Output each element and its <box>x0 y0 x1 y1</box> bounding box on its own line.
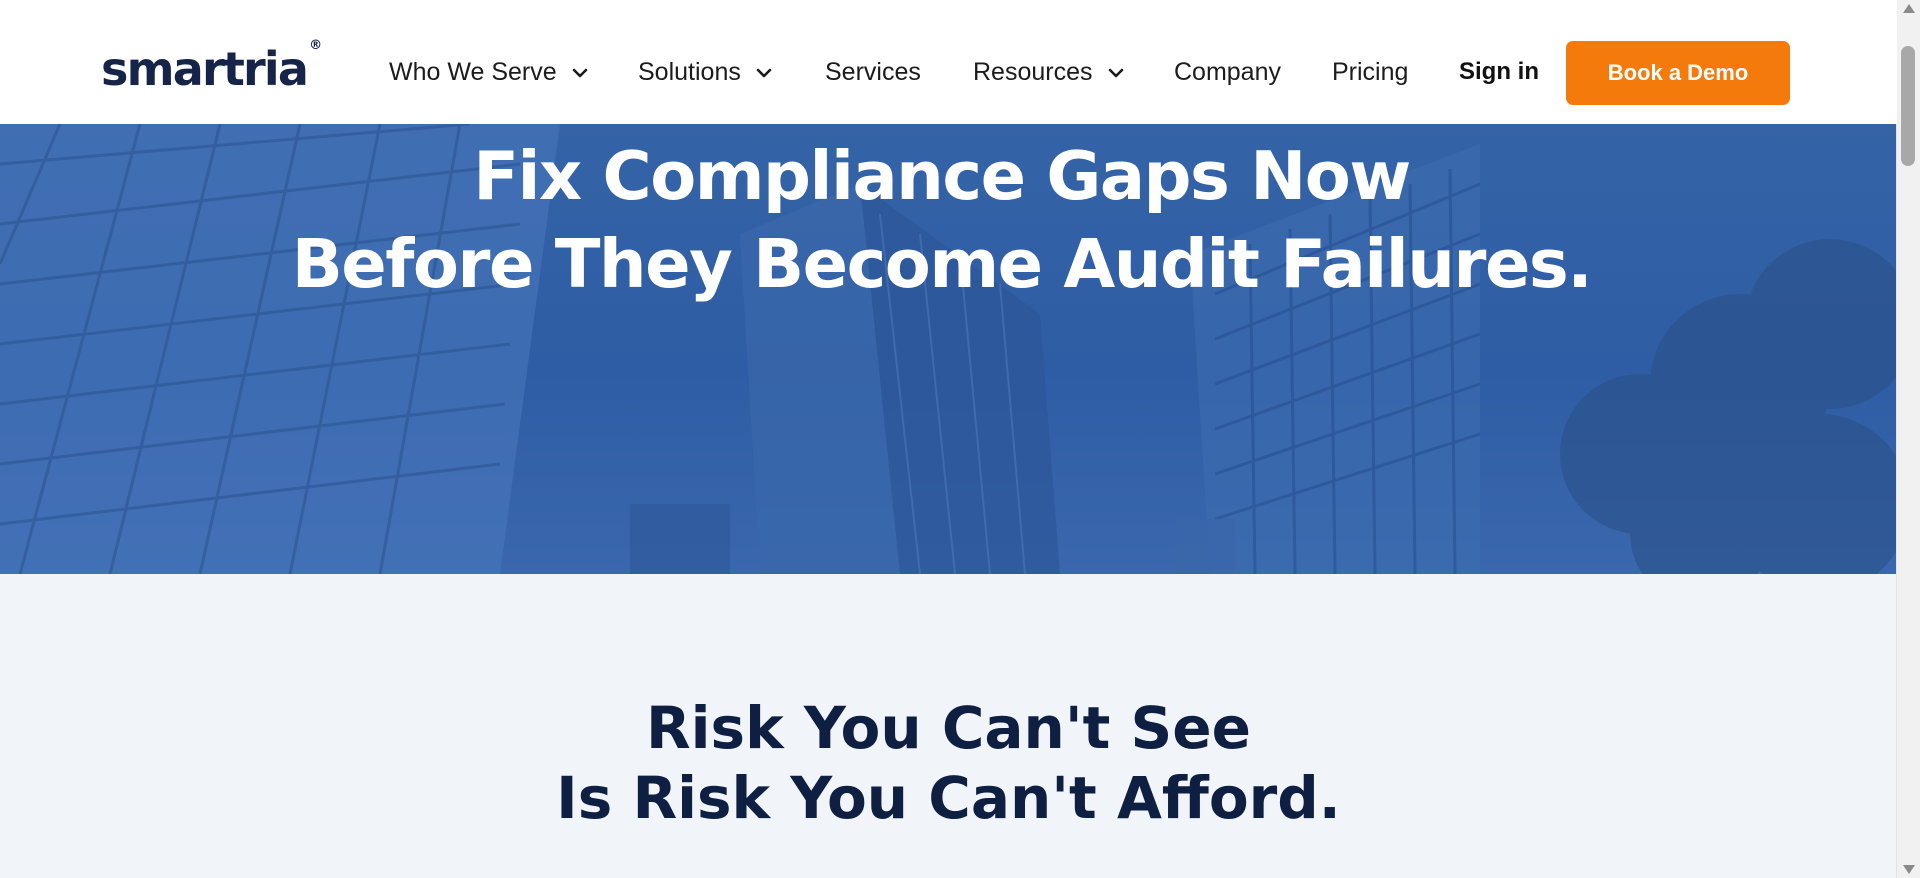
nav-solutions[interactable]: Solutions <box>638 58 775 87</box>
scroll-up-arrow-icon[interactable] <box>1903 4 1915 13</box>
nav-label: Pricing <box>1332 58 1409 86</box>
nav-services[interactable]: Services <box>825 58 921 87</box>
hero-title-line-2: Before They Become Audit Failures. <box>291 225 1593 303</box>
registered-mark: ® <box>309 37 323 53</box>
scroll-down-arrow-icon[interactable] <box>1903 865 1915 874</box>
site-header: smartria ® Who We Serve Solutions Service… <box>0 0 1897 124</box>
section-heading-line-2: Is Risk You Can't Afford. <box>556 764 1341 832</box>
nav-label: Resources <box>973 58 1093 86</box>
nav-label: Who We Serve <box>389 58 557 86</box>
scrollbar-thumb[interactable] <box>1901 46 1915 166</box>
chevron-down-icon <box>756 68 772 77</box>
page-scrollbar[interactable] <box>1896 0 1920 878</box>
hero-title-line-1: Fix Compliance Gaps Now <box>473 137 1411 215</box>
nav-company[interactable]: Company <box>1174 58 1281 87</box>
logo-wordmark: smartria <box>101 42 309 96</box>
nav-label: Solutions <box>638 58 741 86</box>
sign-in-link[interactable]: Sign in <box>1459 58 1539 86</box>
nav-pricing[interactable]: Pricing <box>1332 58 1408 87</box>
nav-resources[interactable]: Resources <box>973 58 1127 87</box>
section-heading-line-1: Risk You Can't See <box>646 694 1251 762</box>
nav-label: Services <box>825 58 921 86</box>
nav-who-we-serve[interactable]: Who We Serve <box>389 58 591 87</box>
smartria-logo[interactable]: smartria ® <box>101 39 322 92</box>
chevron-down-icon <box>572 68 587 77</box>
book-demo-button[interactable]: Book a Demo <box>1566 41 1790 105</box>
nav-label: Company <box>1174 58 1281 86</box>
chevron-down-icon <box>1108 68 1123 77</box>
